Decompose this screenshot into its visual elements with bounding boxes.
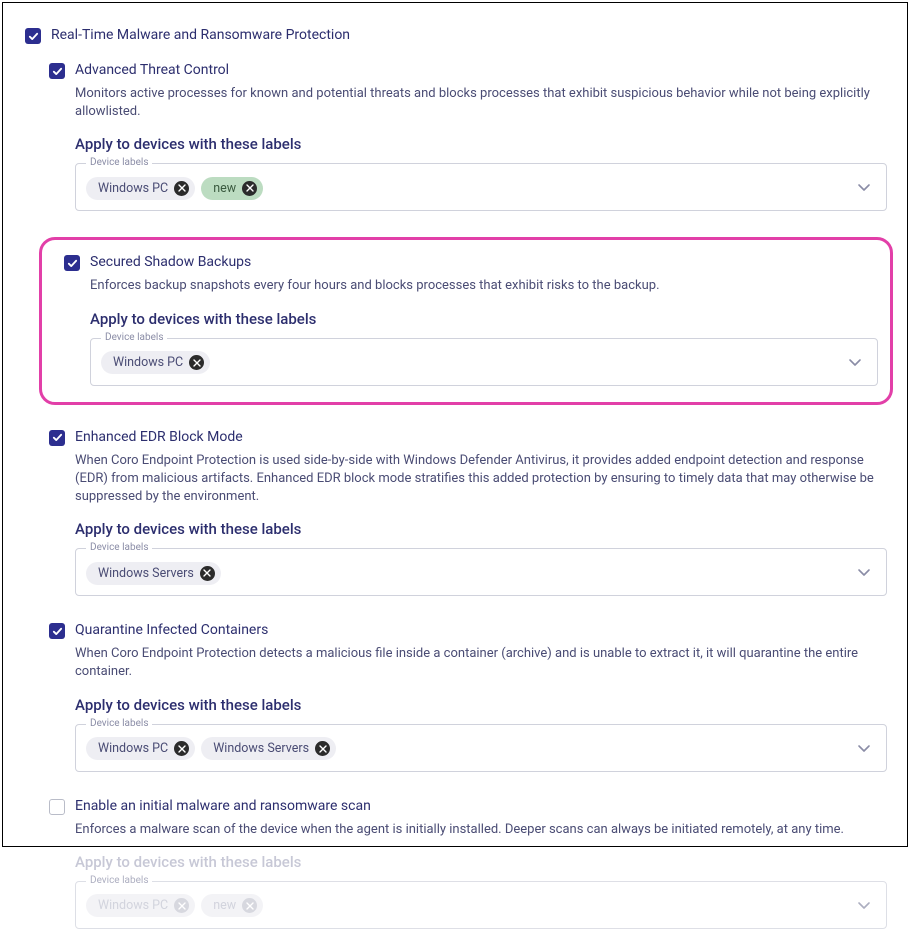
chip-windows-servers: Windows Servers bbox=[86, 562, 221, 585]
chip-label: Windows PC bbox=[113, 355, 183, 370]
chip-remove-icon[interactable] bbox=[174, 741, 189, 756]
main-title: Real-Time Malware and Ransomware Protect… bbox=[51, 27, 350, 43]
edr-title: Enhanced EDR Block Mode bbox=[75, 429, 243, 445]
field-legend: Device labels bbox=[86, 875, 152, 886]
chip-windows-pc: Windows PC bbox=[86, 894, 195, 917]
edr-apply-label: Apply to devices with these labels bbox=[75, 520, 887, 538]
section-advanced-threat-control: Advanced Threat Control Monitors active … bbox=[49, 62, 887, 211]
section-quarantine-containers: Quarantine Infected Containers When Coro… bbox=[49, 622, 887, 771]
initial-title: Enable an initial malware and ransomware… bbox=[75, 798, 371, 814]
ssb-device-labels-field[interactable]: Device labels Windows PC bbox=[90, 338, 878, 386]
chevron-down-icon[interactable] bbox=[856, 564, 872, 580]
atc-device-labels-field[interactable]: Device labels Windows PC new bbox=[75, 163, 887, 211]
check-icon bbox=[28, 31, 39, 42]
chip-label: new bbox=[213, 181, 236, 196]
initial-apply-label: Apply to devices with these labels bbox=[75, 853, 887, 871]
chip-label: Windows Servers bbox=[98, 566, 194, 581]
chip-remove-icon[interactable] bbox=[174, 181, 189, 196]
chip-label: Windows PC bbox=[98, 741, 168, 756]
check-icon bbox=[52, 626, 63, 637]
chip-label: Windows PC bbox=[98, 181, 168, 196]
chip-new: new bbox=[201, 177, 263, 200]
qic-description: When Coro Endpoint Protection detects a … bbox=[75, 645, 887, 681]
atc-apply-label: Apply to devices with these labels bbox=[75, 135, 887, 153]
chip-label: Windows PC bbox=[98, 898, 168, 913]
edr-description: When Coro Endpoint Protection is used si… bbox=[75, 452, 887, 507]
qic-apply-label: Apply to devices with these labels bbox=[75, 696, 887, 714]
edr-checkbox[interactable] bbox=[49, 430, 65, 446]
field-legend: Device labels bbox=[86, 718, 152, 729]
chip-windows-pc: Windows PC bbox=[86, 737, 195, 760]
initial-checkbox[interactable] bbox=[49, 799, 65, 815]
atc-title: Advanced Threat Control bbox=[75, 62, 229, 78]
chevron-down-icon[interactable] bbox=[856, 179, 872, 195]
main-option-row: Real-Time Malware and Ransomware Protect… bbox=[25, 27, 887, 44]
chip-remove-icon[interactable] bbox=[200, 566, 215, 581]
atc-checkbox[interactable] bbox=[49, 63, 65, 79]
chip-remove-icon bbox=[174, 898, 189, 913]
edr-device-labels-field[interactable]: Device labels Windows Servers bbox=[75, 548, 887, 596]
section-secured-shadow-backups: Secured Shadow Backups Enforces backup s… bbox=[64, 254, 878, 385]
chevron-down-icon[interactable] bbox=[856, 740, 872, 756]
chip-remove-icon bbox=[242, 898, 257, 913]
atc-description: Monitors active processes for known and … bbox=[75, 85, 887, 121]
ssb-apply-label: Apply to devices with these labels bbox=[90, 310, 878, 328]
qic-title: Quarantine Infected Containers bbox=[75, 622, 268, 638]
main-checkbox[interactable] bbox=[25, 28, 41, 44]
field-legend: Device labels bbox=[86, 542, 152, 553]
chip-windows-pc: Windows PC bbox=[86, 177, 195, 200]
chip-label: Windows Servers bbox=[213, 741, 309, 756]
qic-checkbox[interactable] bbox=[49, 623, 65, 639]
settings-panel: Real-Time Malware and Ransomware Protect… bbox=[2, 2, 908, 847]
chip-new: new bbox=[201, 894, 263, 917]
chip-windows-pc: Windows PC bbox=[101, 351, 210, 374]
qic-device-labels-field[interactable]: Device labels Windows PC Windows Servers bbox=[75, 724, 887, 772]
check-icon bbox=[52, 432, 63, 443]
check-icon bbox=[52, 66, 63, 77]
section-enhanced-edr: Enhanced EDR Block Mode When Coro Endpoi… bbox=[49, 429, 887, 597]
chip-remove-icon[interactable] bbox=[189, 355, 204, 370]
field-legend: Device labels bbox=[101, 332, 167, 343]
section-initial-scan: Enable an initial malware and ransomware… bbox=[49, 798, 887, 929]
chip-remove-icon[interactable] bbox=[242, 181, 257, 196]
chevron-down-icon[interactable] bbox=[847, 354, 863, 370]
initial-device-labels-field: Device labels Windows PC new bbox=[75, 881, 887, 929]
highlighted-section: Secured Shadow Backups Enforces backup s… bbox=[39, 237, 893, 404]
chip-windows-servers: Windows Servers bbox=[201, 737, 336, 760]
check-icon bbox=[67, 258, 78, 269]
ssb-description: Enforces backup snapshots every four hou… bbox=[90, 277, 878, 295]
field-legend: Device labels bbox=[86, 157, 152, 168]
chip-label: new bbox=[213, 898, 236, 913]
ssb-checkbox[interactable] bbox=[64, 255, 80, 271]
initial-description: Enforces a malware scan of the device wh… bbox=[75, 821, 887, 839]
chevron-down-icon bbox=[856, 897, 872, 913]
chip-remove-icon[interactable] bbox=[315, 741, 330, 756]
ssb-title: Secured Shadow Backups bbox=[90, 254, 251, 270]
